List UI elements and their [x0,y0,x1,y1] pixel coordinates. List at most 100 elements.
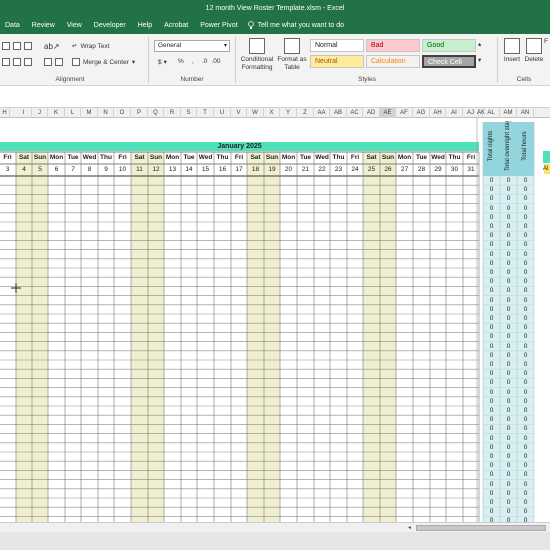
orientation-button[interactable]: ab↗ [44,42,60,51]
grid-lines [0,118,550,522]
totals-value: 0 [506,489,511,497]
column-header-w[interactable]: W [247,108,264,118]
totals-value: 0 [506,287,511,295]
totals-value: 0 [506,241,511,249]
tab-review[interactable]: Review [26,17,61,34]
column-header-ah[interactable]: AH [430,108,446,118]
right-panel [537,118,550,522]
totals-value: 0 [506,278,511,286]
wrap-text-button[interactable]: ↵ Wrap Text [72,42,109,51]
insert-button[interactable]: Insert [500,38,524,64]
scroll-thumb[interactable] [416,525,546,531]
column-header-ab[interactable]: AB [330,108,347,118]
totals-value: 0 [489,379,494,387]
column-header-s[interactable]: S [181,108,197,118]
decimal-buttons[interactable]: .0.00 [202,58,220,65]
tab-help[interactable]: Help [132,17,158,34]
column-header-v[interactable]: V [231,108,247,118]
worksheet-grid[interactable]: January 2025 Fri Sat Sun Mon Tue Wed Thu Fri Sat S… [0,118,550,522]
column-header-z[interactable]: Z [297,108,314,118]
column-header-r[interactable]: R [164,108,181,118]
date-cell: 4 [22,166,26,173]
column-header-i[interactable]: I [16,108,32,118]
totals-value: 0 [506,361,511,368]
date-cell: 12 [152,166,160,173]
style-good[interactable]: Good [422,39,476,52]
column-header-k[interactable]: K [48,108,65,118]
currency-button[interactable]: $ ▾ [158,58,167,67]
tell-me-text: Tell me what you want to do [257,22,344,29]
column-header-n[interactable]: N [98,108,114,118]
totals-value: 0 [506,351,511,359]
percent-button[interactable]: % [178,58,184,65]
horizontal-scrollbar[interactable]: ◂ [0,522,550,532]
column-header-u[interactable]: U [214,108,231,118]
number-format-dropdown[interactable]: General ▾ [154,40,230,52]
totals-value: 0 [506,195,511,203]
tab-acrobat[interactable]: Acrobat [158,17,194,34]
column-header-an[interactable]: AN [517,108,534,118]
style-bad[interactable]: Bad [366,39,420,52]
column-header-ae[interactable]: AE [380,108,396,118]
format-as-table-button[interactable]: Format as Table [276,38,308,72]
weekend-column [148,152,164,522]
column-header-t[interactable]: T [197,108,214,118]
column-header-o[interactable]: O [114,108,131,118]
styles-more[interactable]: ▾ [478,56,481,64]
currency-label: $ [158,58,162,66]
totals-value: 0 [506,342,511,350]
day-header: Fri [350,154,360,161]
column-header-ag[interactable]: AG [413,108,430,118]
column-header-am[interactable]: AM [500,108,517,118]
column-header-q[interactable]: Q [148,108,164,118]
column-header-aa[interactable]: AA [314,108,330,118]
column-header-h[interactable]: H [0,108,10,118]
delete-button[interactable]: Delete [524,38,544,64]
date-cell: 16 [218,166,227,173]
tab-developer[interactable]: Developer [88,17,132,34]
date-cell: 15 [201,166,210,173]
totals-value: 0 [506,177,511,184]
indent-button[interactable] [44,58,66,66]
totals-value: 0 [506,296,511,304]
tab-power-pivot[interactable]: Power Pivot [194,17,243,34]
style-calculation[interactable]: Calculation [366,55,420,68]
style-check-cell[interactable]: Check Cell [422,55,476,68]
column-header-m[interactable]: M [81,108,98,118]
tab-data[interactable]: Data [0,17,26,34]
date-cell: 7 [71,166,75,173]
align-buttons[interactable] [2,58,35,66]
comma-button[interactable]: , [192,58,194,65]
format-table-icon [284,38,300,54]
merge-center-button[interactable]: Merge & Center ▾ [72,58,135,66]
totals-value: 0 [523,278,528,286]
column-header-y[interactable]: Y [280,108,297,118]
totals-value: 0 [506,333,511,341]
totals-value: 0 [523,443,528,451]
format-button[interactable]: F [542,38,550,46]
column-header-ai[interactable]: AI [446,108,463,118]
totals-value: 0 [523,453,528,460]
column-header-ad[interactable]: AD [363,108,380,118]
styles-scroll-up[interactable]: ▴ [478,40,481,48]
column-header-ac[interactable]: AC [347,108,363,118]
scroll-left-arrow[interactable]: ◂ [408,524,411,531]
column-header-x[interactable]: X [264,108,280,118]
style-neutral[interactable]: Neutral [310,55,364,68]
indent-buttons[interactable] [2,42,35,50]
column-header-p[interactable]: P [131,108,148,118]
weekend-column [131,152,148,522]
conditional-formatting-button[interactable]: Conditional Formatting [238,38,276,72]
date-cell: 23 [334,166,343,173]
column-header-al[interactable]: AL [483,108,500,118]
tab-view[interactable]: View [61,17,88,34]
column-header-l[interactable]: L [65,108,81,118]
column-header-af[interactable]: AF [396,108,413,118]
merge-icon [72,58,80,66]
day-header: Fri [118,154,127,161]
column-header-j[interactable]: J [32,108,48,118]
align-mid-icon [13,42,21,50]
style-normal[interactable]: Normal [310,39,364,52]
column-headers: H I J K L M N O P Q R S T U V W X Y Z AA AB AC AD AE AF AG AH AI AJ A… [0,107,550,118]
tell-me-search[interactable]: Tell me what you want to do [247,21,344,30]
